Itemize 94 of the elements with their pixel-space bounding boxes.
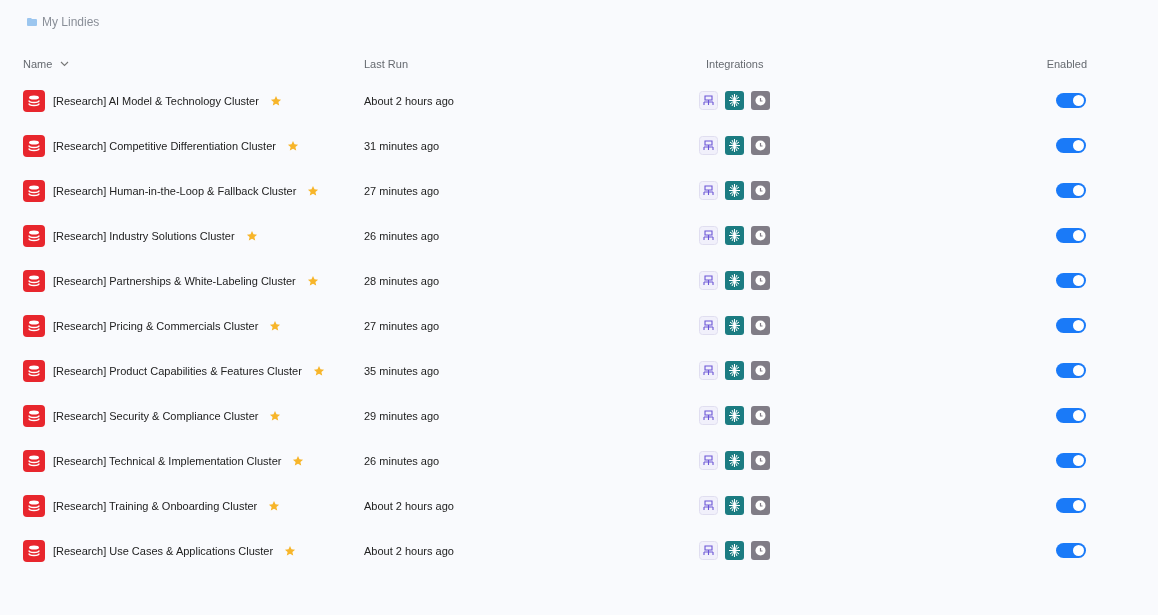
agent-name-link[interactable]: [Research] Use Cases & Applications Cluster [53,544,274,557]
toggle-switch[interactable] [1056,183,1086,198]
star-icon[interactable] [245,229,258,242]
folder-icon [27,18,37,26]
flowchart-icon [699,496,718,515]
clock-icon [751,271,770,290]
brain-icon [725,496,744,515]
agent-name-link[interactable]: [Research] Security & Compliance Cluster [53,409,259,422]
last-run-text: 26 minutes ago [364,454,440,467]
toggle-switch[interactable] [1056,138,1086,153]
star-icon[interactable] [292,454,305,467]
database-icon [23,539,45,562]
database-icon [23,404,45,427]
flowchart-icon [699,316,718,335]
toggle-switch[interactable] [1056,93,1086,108]
star-icon[interactable] [269,409,282,422]
last-run-text: About 2 hours ago [364,544,454,557]
star-icon[interactable] [268,499,281,512]
last-run-text: About 2 hours ago [364,499,454,512]
column-header[interactable]: Name [23,58,53,70]
database-icon [23,359,45,382]
star-icon[interactable] [306,274,319,287]
last-run-text: 31 minutes ago [364,139,440,152]
database-icon [23,224,45,247]
clock-icon [751,316,770,335]
toggle-switch[interactable] [1056,318,1086,333]
toggle-switch[interactable] [1056,273,1086,288]
agent-name-link[interactable]: [Research] Competitive Differentiation Cluster [53,139,276,152]
toggle-switch[interactable] [1056,408,1086,423]
star-icon[interactable] [269,94,282,107]
last-run-text: 35 minutes ago [364,364,440,377]
toggle-switch[interactable] [1056,543,1086,558]
clock-icon [751,451,770,470]
flowchart-icon [699,451,718,470]
column-header[interactable]: Enabled [1046,58,1087,70]
brain-icon [725,406,744,425]
agent-name-link[interactable]: [Research] Human-in-the-Loop & Fallback Cluster [53,184,297,197]
toggle-switch[interactable] [1056,453,1086,468]
last-run-text: 29 minutes ago [364,409,440,422]
clock-icon [751,91,770,110]
flowchart-icon [699,271,718,290]
column-header[interactable]: Last Run [364,58,409,70]
brain-icon [725,136,744,155]
brain-icon [725,361,744,380]
last-run-text: About 2 hours ago [364,94,454,107]
database-icon [23,449,45,472]
toggle-switch[interactable] [1056,498,1086,513]
last-run-text: 26 minutes ago [364,229,440,242]
flowchart-icon [699,541,718,560]
star-icon[interactable] [269,319,282,332]
clock-icon [751,496,770,515]
toggle-switch[interactable] [1056,363,1086,378]
brain-icon [725,451,744,470]
brain-icon [725,91,744,110]
clock-icon [751,136,770,155]
agent-name-link[interactable]: [Research] Industry Solutions Cluster [53,229,235,242]
last-run-text: 27 minutes ago [364,319,440,332]
clock-icon [751,541,770,560]
brain-icon [725,181,744,200]
star-icon[interactable] [286,139,299,152]
brain-icon [725,226,744,245]
chevron-down-icon[interactable] [60,61,70,67]
toggle-switch[interactable] [1056,228,1086,243]
agent-name-link[interactable]: [Research] Technical & Implementation Cluster [53,454,282,467]
star-icon[interactable] [284,544,297,557]
clock-icon [751,406,770,425]
flowchart-icon [699,406,718,425]
agent-name-link[interactable]: [Research] Partnerships & White-Labeling Cluster [53,274,296,287]
agent-name-link[interactable]: [Research] Training & Onboarding Cluster [53,499,258,512]
flowchart-icon [699,226,718,245]
database-icon [23,134,45,157]
star-icon[interactable] [307,184,320,197]
database-icon [23,89,45,112]
last-run-text: 28 minutes ago [364,274,440,287]
brain-icon [725,271,744,290]
database-icon [23,314,45,337]
flowchart-icon [699,181,718,200]
database-icon [23,494,45,517]
agent-name-link[interactable]: [Research] AI Model & Technology Cluster [53,94,259,107]
flowchart-icon [699,361,718,380]
flowchart-icon [699,136,718,155]
clock-icon [751,226,770,245]
flowchart-icon [699,91,718,110]
clock-icon [751,181,770,200]
column-header[interactable]: Integrations [706,58,764,70]
star-icon[interactable] [312,364,325,377]
last-run-text: 27 minutes ago [364,184,440,197]
database-icon [23,269,45,292]
brain-icon [725,316,744,335]
agent-name-link[interactable]: [Research] Pricing & Commercials Cluster [53,319,259,332]
database-icon [23,179,45,202]
agent-name-link[interactable]: [Research] Product Capabilities & Features Cluster [53,364,302,377]
brain-icon [725,541,744,560]
clock-icon [751,361,770,380]
